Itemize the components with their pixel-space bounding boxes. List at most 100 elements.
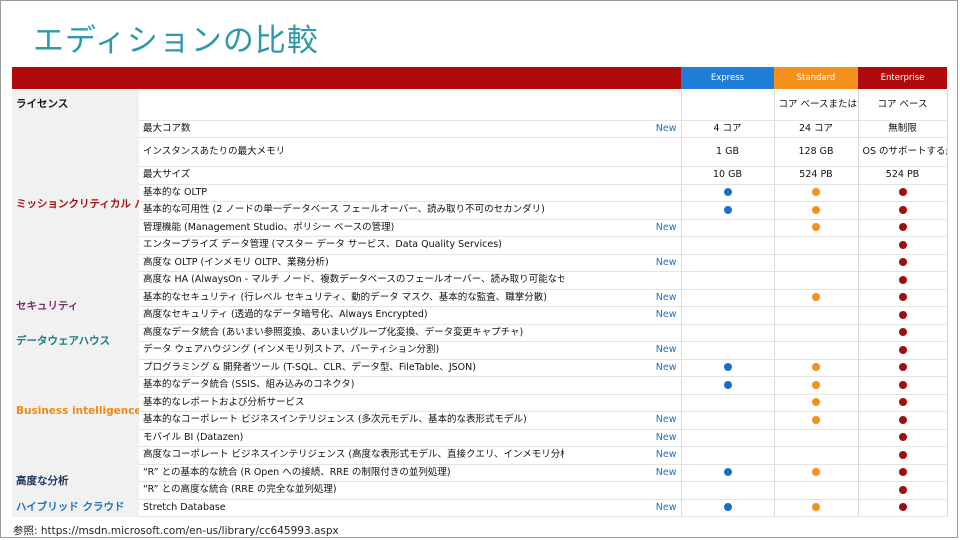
table-row: セキュリティ 基本的なセキュリティ (行レベル セキュリティ、動的データ マスク、… — [12, 288, 948, 324]
express-value: 1 GB — [680, 137, 774, 167]
new-badge: New — [564, 411, 681, 430]
standard-value — [773, 429, 858, 447]
table-row: インスタンスあたりの最大メモリ 1 GB128 GBOS のサポートする最大 — [12, 137, 948, 167]
column-header-standard: Standard — [774, 67, 858, 89]
standard-value — [773, 271, 858, 290]
enterprise-cell — [857, 463, 948, 482]
slide: エディションの比較 Express Standard Enterprise ライ… — [0, 0, 958, 538]
express-value: 4 コア — [680, 119, 774, 138]
category-label-license: ライセンス — [12, 90, 139, 120]
feature-label: 高度なデータ統合 (あいまい参照変換、あいまいグループ化変換、データ変更キャプチ… — [139, 323, 564, 342]
enterprise-supported-dot-icon — [898, 205, 907, 214]
standard-supported-dot-icon — [812, 503, 820, 512]
standard-value — [773, 306, 858, 325]
enterprise-value: 無制限 — [857, 119, 948, 138]
enterprise-supported-dot-icon — [898, 328, 907, 337]
table-row: 管理機能 (Management Studio、ポリシー ベースの管理) New — [12, 219, 948, 237]
standard-value: 128 GB — [773, 137, 858, 167]
enterprise-cell — [857, 429, 948, 447]
express-value — [680, 429, 774, 447]
enterprise-cell — [857, 219, 948, 237]
express-value — [680, 394, 774, 412]
table-row: データ ウェアハウジング (インメモリ列ストア、パーティション分割) New — [12, 341, 948, 360]
table-row: 高度な HA (AlwaysOn - マルチ ノード、複数データベースのフェール… — [12, 271, 948, 290]
category-label-security: セキュリティ — [12, 289, 139, 324]
table-row: 高度なセキュリティ (透過的なデータ暗号化、Always Encrypted) N… — [12, 306, 948, 325]
express-supported-dot-icon — [723, 380, 732, 389]
enterprise-supported-dot-icon — [898, 345, 907, 354]
standard-supported-dot-icon — [812, 293, 820, 302]
express-value — [680, 306, 774, 325]
new-badge — [564, 323, 681, 342]
enterprise-supported-dot-icon — [898, 503, 907, 512]
standard-value — [773, 446, 858, 465]
table-row: “R” との高度な統合 (RRE の完全な並列処理) — [12, 481, 948, 500]
table-row: 高度なコーポレート ビジネスインテリジェンス (高度な表形式モデル、直接クエリ、… — [12, 446, 948, 465]
enterprise-cell — [857, 306, 948, 325]
standard-cell — [773, 463, 858, 482]
edition-comparison-table: ライセンス コア ベースまたはサーバー + CAL コア ベース ミッションクリ… — [12, 90, 948, 517]
enterprise-value: 524 PB — [857, 166, 948, 185]
new-badge: New — [564, 306, 681, 325]
express-cell — [680, 358, 774, 377]
enterprise-supported-dot-icon — [898, 485, 907, 494]
standard-cell — [773, 394, 858, 412]
category-label-advanced-analytics: 高度な分析 — [12, 464, 139, 499]
express-cell — [680, 184, 774, 202]
enterprise-cell — [857, 254, 948, 272]
standard-value: 524 PB — [773, 166, 858, 185]
express-supported-dot-icon — [723, 503, 732, 512]
new-badge — [564, 394, 681, 412]
express-value — [680, 254, 774, 272]
express-supported-dot-icon — [723, 468, 732, 477]
reference-footer: 参照: https://msdn.microsoft.com/en-us/lib… — [13, 525, 339, 537]
enterprise-supported-dot-icon — [898, 398, 907, 407]
enterprise-supported-dot-icon — [898, 363, 907, 372]
new-badge — [564, 201, 681, 220]
standard-supported-dot-icon — [812, 363, 820, 372]
feature-label: Stretch Database — [139, 498, 564, 517]
enterprise-supported-dot-icon — [898, 258, 907, 267]
express-value — [680, 323, 774, 342]
standard-license: コア ベースまたはサーバー + CAL — [773, 90, 858, 121]
enterprise-cell — [857, 184, 948, 202]
feature-label: インスタンスあたりの最大メモリ — [139, 137, 564, 167]
new-cell — [564, 90, 681, 121]
new-badge — [564, 166, 681, 185]
feature-label: 基本的なセキュリティ (行レベル セキュリティ、動的データ マスク、基本的な監査… — [139, 288, 564, 307]
table-row: エンタープライズ データ管理 (マスター データ サービス、Data Quali… — [12, 236, 948, 255]
express-supported-dot-icon — [723, 363, 732, 372]
table-row: ハイブリッド クラウド Stretch Database New — [12, 498, 948, 517]
enterprise-supported-dot-icon — [898, 223, 907, 232]
standard-supported-dot-icon — [812, 398, 820, 407]
column-header-express: Express — [681, 67, 774, 89]
standard-cell — [773, 201, 858, 220]
standard-cell — [773, 184, 858, 202]
table-row: 最大サイズ 10 GB 524 PB 524 PB — [12, 166, 948, 185]
category-label-data-warehouse: データウェアハウス — [12, 324, 139, 359]
standard-value — [773, 236, 858, 255]
enterprise-supported-dot-icon — [898, 468, 907, 477]
feature-label: 管理機能 (Management Studio、ポリシー ベースの管理) — [139, 219, 564, 237]
feature-label: 高度なセキュリティ (透過的なデータ暗号化、Always Encrypted) — [139, 306, 564, 325]
enterprise-supported-dot-icon — [898, 380, 907, 389]
feature-label: 基本的な OLTP — [139, 184, 564, 202]
feature-label: データ ウェアハウジング (インメモリ列ストア、パーティション分割) — [139, 341, 564, 360]
standard-cell — [773, 411, 858, 430]
feature-label: 基本的な可用性 (2 ノードの単一データベース フェールオーバー、読み取り不可の… — [139, 201, 564, 220]
new-badge: New — [564, 463, 681, 482]
new-badge: New — [564, 341, 681, 360]
category-label-hybrid-cloud: ハイブリッド クラウド — [12, 499, 139, 517]
enterprise-license: コア ベース — [857, 90, 948, 121]
standard-cell — [773, 498, 858, 517]
express-value — [680, 446, 774, 465]
new-badge — [564, 236, 681, 255]
enterprise-supported-dot-icon — [898, 433, 907, 442]
category-label-mission-critical: ミッションクリティカル パフォーマンス — [12, 120, 139, 289]
feature-label: 基本的なレポートおよび分析サービス — [139, 394, 564, 412]
new-badge — [564, 376, 681, 395]
standard-value — [773, 254, 858, 272]
table-row: 高度な OLTP (インメモリ OLTP、業務分析) New — [12, 254, 948, 272]
enterprise-cell — [857, 498, 948, 517]
table-row: モバイル BI (Datazen) New — [12, 429, 948, 447]
